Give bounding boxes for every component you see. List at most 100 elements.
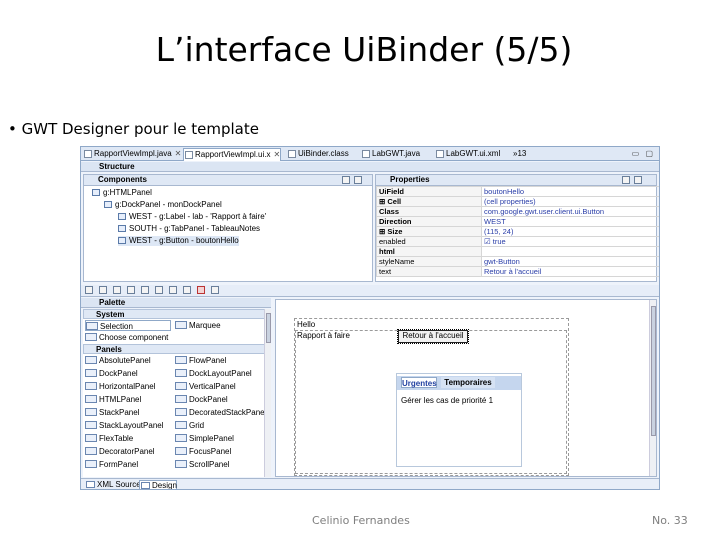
label-icon bbox=[118, 213, 126, 220]
editor-tab-labgwt-uixml[interactable]: LabGWT.ui.xml bbox=[435, 148, 501, 161]
palette-item[interactable]: DecoratorPanel bbox=[85, 446, 155, 457]
panel-icon bbox=[175, 382, 187, 390]
tree-node-label[interactable]: WEST - g:Label - lab - 'Rapport à faire' bbox=[118, 212, 266, 222]
cursor-icon bbox=[86, 322, 98, 330]
components-view: Components g:HTMLPanel g:DockPanel - mon… bbox=[83, 174, 373, 282]
panel-icon bbox=[92, 189, 100, 196]
palette-selection[interactable]: Selection bbox=[85, 320, 171, 331]
scroll-thumb[interactable] bbox=[651, 306, 656, 436]
property-row[interactable]: ⊞ Size (115, 24) bbox=[376, 226, 659, 237]
properties-table: UiField boutonHello ⊞ Cell (cell propertie… bbox=[376, 186, 659, 277]
editor-tab-rapport-java[interactable]: RapportViewImpl.java ✕ bbox=[83, 148, 182, 161]
palette-item[interactable]: FlowPanel bbox=[175, 355, 226, 366]
events-icon[interactable] bbox=[622, 176, 630, 184]
palette-item[interactable]: StackPanel bbox=[85, 407, 139, 418]
palette-item[interactable]: DecoratedStackPanel bbox=[175, 407, 266, 418]
collapse-icon[interactable] bbox=[354, 176, 362, 184]
hello-text[interactable]: Hello bbox=[297, 320, 315, 330]
palette-item[interactable]: HTMLPanel bbox=[85, 394, 141, 405]
java-file-icon bbox=[362, 150, 370, 158]
xml-file-icon bbox=[185, 151, 193, 159]
property-row[interactable]: ⊞ Cell (cell properties) bbox=[376, 196, 659, 207]
toolbar-icon[interactable] bbox=[155, 286, 163, 294]
delete-icon[interactable] bbox=[197, 286, 205, 294]
editor-tab-rapport-uixml[interactable]: RapportViewImpl.ui.x ✕ bbox=[183, 148, 281, 161]
palette-choose-component[interactable]: Choose component bbox=[85, 332, 168, 343]
palette-item[interactable]: SimplePanel bbox=[175, 433, 234, 444]
palette-item[interactable]: Grid bbox=[175, 420, 204, 431]
palette-item[interactable]: FocusPanel bbox=[175, 446, 231, 457]
property-row[interactable]: Class com.google.gwt.user.client.ui.Butto… bbox=[376, 206, 659, 217]
tree-node-button[interactable]: WEST - g:Button - boutonHello bbox=[118, 236, 239, 246]
choose-icon bbox=[85, 333, 97, 341]
expand-icon[interactable] bbox=[342, 176, 350, 184]
close-icon[interactable]: ✕ bbox=[175, 149, 182, 158]
tab-temporaires[interactable]: Temporaires bbox=[441, 377, 495, 388]
palette-panel: System Selection Marquee Choose componen… bbox=[83, 309, 271, 477]
toolbar-icon[interactable] bbox=[169, 286, 177, 294]
editor-tab-labgwt-java[interactable]: LabGWT.java bbox=[361, 148, 423, 161]
button-icon bbox=[118, 237, 126, 244]
tree-node-tabpanel[interactable]: SOUTH - g:TabPanel - TableauNotes bbox=[118, 224, 260, 234]
close-icon[interactable]: ✕ bbox=[273, 150, 280, 159]
bullet-text: • GWT Designer pour le template bbox=[8, 120, 259, 138]
tree-node-htmlpanel[interactable]: g:HTMLPanel bbox=[92, 188, 152, 198]
panel-icon bbox=[175, 447, 187, 455]
panel-icon bbox=[85, 460, 97, 468]
palette-item[interactable]: VerticalPanel bbox=[175, 381, 236, 392]
properties-view: Properties UiField boutonHello ⊞ Cell (cel… bbox=[375, 174, 659, 282]
toolbar-icon[interactable] bbox=[211, 286, 219, 294]
rapport-label[interactable]: Rapport à faire bbox=[297, 331, 350, 341]
toolbar-icon[interactable] bbox=[141, 286, 149, 294]
property-row[interactable]: Direction WEST bbox=[376, 216, 659, 227]
tab-design[interactable]: Design bbox=[139, 480, 177, 489]
palette-item[interactable]: FlexTable bbox=[85, 433, 133, 444]
palette-item[interactable]: DockPanel bbox=[85, 368, 138, 379]
design-canvas[interactable]: Hello Rapport à faire Retour à l'accueil… bbox=[275, 299, 657, 477]
editor-tab-bar: RapportViewImpl.java ✕ RapportViewImpl.ui… bbox=[81, 147, 659, 161]
palette-item[interactable]: StackLayoutPanel bbox=[85, 420, 164, 431]
property-row[interactable]: styleName gwt-Button bbox=[376, 256, 659, 267]
property-row[interactable]: html bbox=[376, 246, 659, 257]
property-row[interactable]: UiField boutonHello bbox=[376, 186, 659, 197]
palette-item[interactable]: ScrollPanel bbox=[175, 459, 229, 470]
panel-icon bbox=[175, 395, 187, 403]
toolbar-icon[interactable] bbox=[85, 286, 93, 294]
panel-icon bbox=[175, 434, 187, 442]
components-title: Components bbox=[84, 175, 372, 186]
palette-item[interactable]: FormPanel bbox=[85, 459, 138, 470]
palette-category-panels[interactable]: Panels bbox=[83, 344, 266, 354]
toolbar-icon[interactable] bbox=[113, 286, 121, 294]
scroll-thumb[interactable] bbox=[266, 313, 271, 343]
panel-icon bbox=[175, 421, 187, 429]
panel-icon bbox=[104, 201, 112, 208]
tab-urgentes[interactable]: Urgentes bbox=[401, 377, 437, 388]
palette-item[interactable]: DockLayoutPanel bbox=[175, 368, 252, 379]
properties-title: Properties bbox=[376, 175, 656, 186]
tab-content-text: Gérer les cas de priorité 1 bbox=[401, 396, 494, 405]
property-row[interactable]: text Retour à l'accueil bbox=[376, 266, 659, 277]
palette-item[interactable]: DockPanel bbox=[175, 394, 228, 405]
marquee-icon bbox=[175, 321, 187, 329]
footer-author: Celinio Fernandes bbox=[312, 514, 410, 527]
toolbar-icon[interactable] bbox=[183, 286, 191, 294]
editor-tab-overflow[interactable]: »13 bbox=[511, 148, 541, 161]
palette-item[interactable]: HorizontalPanel bbox=[85, 381, 155, 392]
palette-marquee[interactable]: Marquee bbox=[175, 320, 221, 331]
tree-node-dockpanel[interactable]: g:DockPanel - monDockPanel bbox=[104, 200, 222, 210]
retour-button[interactable]: Retour à l'accueil bbox=[397, 329, 469, 344]
tabpanel-tabbar: Urgentes Temporaires bbox=[397, 376, 521, 390]
toolbar-icon[interactable] bbox=[127, 286, 135, 294]
toolbar-icon[interactable] bbox=[99, 286, 107, 294]
editor-tab-uibinder-class[interactable]: UiBinder.class bbox=[287, 148, 353, 161]
slide-title: L’interface UiBinder (5/5) bbox=[155, 30, 573, 69]
canvas-scrollbar[interactable] bbox=[649, 300, 656, 476]
panel-icon bbox=[85, 369, 97, 377]
palette-category-system[interactable]: System bbox=[83, 309, 266, 319]
filter-icon[interactable] bbox=[634, 176, 642, 184]
tab-xml-source[interactable]: XML Source bbox=[85, 480, 141, 489]
window-controls[interactable]: ▭ ▢ bbox=[632, 149, 655, 158]
palette-scrollbar[interactable] bbox=[264, 309, 271, 477]
property-row[interactable]: enabled ☑ true bbox=[376, 236, 659, 247]
palette-item[interactable]: AbsolutePanel bbox=[85, 355, 151, 366]
